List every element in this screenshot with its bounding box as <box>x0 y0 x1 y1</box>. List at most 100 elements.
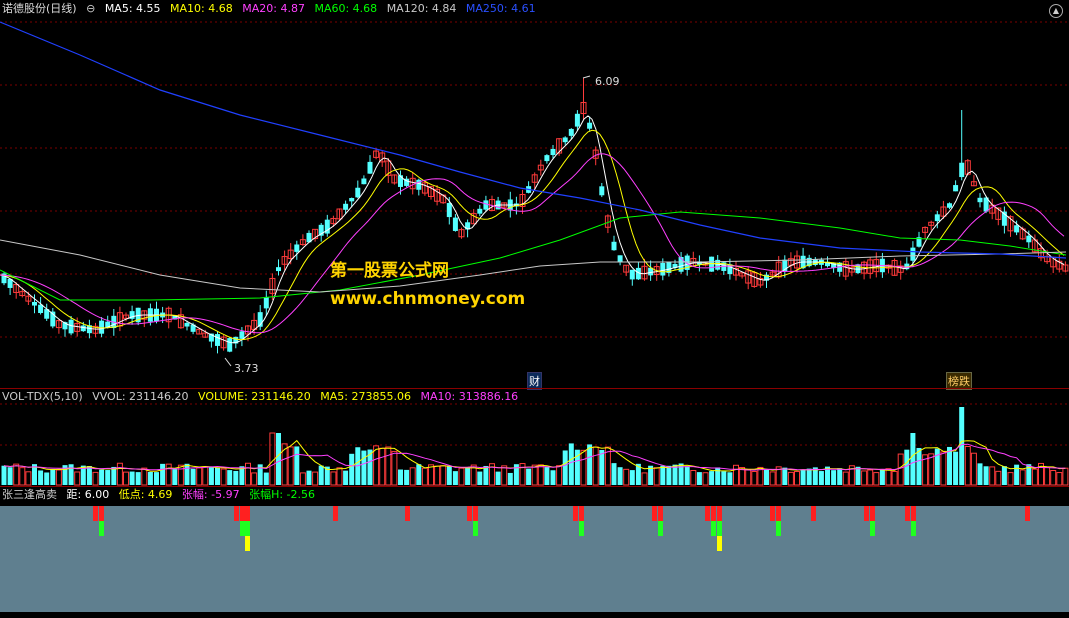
volume-bar <box>184 463 190 485</box>
candle-body <box>215 334 220 346</box>
candle-body <box>68 319 74 334</box>
candle-body <box>629 269 635 280</box>
volume-bar <box>154 472 159 485</box>
candle-body <box>80 325 86 332</box>
volume-bar <box>751 471 758 486</box>
volume-bar <box>379 447 386 486</box>
indicator-chart[interactable] <box>0 486 1069 618</box>
price-chart-pane[interactable]: 诺德股份(日线) ⊖ MA5: 4.55 MA10: 4.68 MA20: 4.… <box>0 0 1069 390</box>
ma250-line <box>0 21 1067 259</box>
candle-body <box>660 262 666 276</box>
signal-bar-yellow <box>245 536 250 551</box>
candle-body <box>544 155 550 162</box>
volume-bar <box>299 472 306 486</box>
volume-bar <box>934 448 940 485</box>
volume-bar <box>537 464 544 486</box>
low-marker <box>224 357 232 367</box>
period-label: (日线) <box>46 2 77 15</box>
volume-bar <box>562 450 568 485</box>
signal-bar-green <box>711 521 716 536</box>
volume-bar <box>1050 470 1057 486</box>
indicator-name[interactable]: 张三逢高卖 <box>2 488 57 501</box>
volume-bar <box>989 466 996 486</box>
volume-bar <box>1044 466 1051 486</box>
volume-bar <box>507 472 513 485</box>
signal-bar-red <box>579 506 584 521</box>
volume-bar <box>50 468 56 485</box>
volume-bar <box>74 471 81 486</box>
volume-bar <box>910 433 916 485</box>
volume-bar <box>68 464 74 485</box>
volume-bar <box>251 472 258 486</box>
volume-bar <box>116 462 123 486</box>
signal-bar-red <box>573 506 578 521</box>
candle-body <box>263 296 269 309</box>
volume-bar <box>995 470 1002 486</box>
volume-bar <box>745 469 752 486</box>
volume-bar <box>129 471 135 485</box>
volume-bar <box>696 472 702 485</box>
indicator-pane[interactable]: 张三逢高卖 距: 6.00 低点: 4.69 张幅: -5.97 张幅H: -2… <box>0 486 1069 618</box>
volume-bar <box>165 463 172 486</box>
expand-icon[interactable]: ▲ <box>1049 4 1063 18</box>
volume-bar <box>611 463 617 485</box>
volume-bar <box>38 470 44 485</box>
volume-bar <box>190 468 196 485</box>
volume-bar <box>318 465 324 485</box>
volume-bar <box>764 469 769 485</box>
volume-bar <box>623 468 630 486</box>
volume-bar <box>55 469 62 486</box>
volume-bar <box>13 463 20 486</box>
volume-bar <box>398 469 403 485</box>
indicator-background <box>0 506 1069 612</box>
volume-pane[interactable]: VOL-TDX(5,10) VVOL: 231146.20 VOLUME: 23… <box>0 388 1069 486</box>
volume-bar <box>111 466 117 485</box>
signal-bar-red <box>405 506 410 521</box>
volume-bar <box>782 467 788 485</box>
volume-bar <box>587 444 593 485</box>
signal-bar-red <box>234 506 239 521</box>
volume-bar <box>519 463 526 486</box>
volume-bar <box>842 471 849 486</box>
volume-bar <box>599 449 605 485</box>
candle-body <box>977 197 983 203</box>
volume-bar <box>879 468 885 485</box>
candle-body <box>574 113 580 127</box>
volume-bar <box>690 469 697 486</box>
signal-bar-green <box>870 521 875 536</box>
volume-indicator-name[interactable]: VOL-TDX(5,10) <box>2 390 83 403</box>
signal-bar-red <box>770 506 775 521</box>
signal-bar-red <box>870 506 875 521</box>
signal-bar-red <box>333 506 338 521</box>
signal-bar-red <box>705 506 710 521</box>
volume-bar <box>458 467 465 486</box>
candle-body <box>910 247 916 261</box>
volume-bar <box>897 453 904 486</box>
volume-bar <box>1031 468 1038 486</box>
volume-bar <box>440 465 447 486</box>
volume-bar <box>434 465 441 486</box>
volume-bar <box>666 465 672 485</box>
collapse-icon[interactable]: ⊖ <box>86 2 95 15</box>
volume-bar <box>970 452 977 486</box>
volume-bar <box>653 467 660 486</box>
candle-body <box>617 255 623 262</box>
volume-bar <box>580 449 587 486</box>
high-price-label: 6.09 <box>595 75 620 88</box>
volume-bar <box>787 471 794 486</box>
ju-value: 距: 6.00 <box>66 488 110 501</box>
volume-bar <box>550 470 556 485</box>
volume-bar <box>629 470 635 485</box>
price-chart[interactable] <box>0 0 1069 388</box>
volume-bar <box>227 470 233 485</box>
low-price-label: 3.73 <box>234 362 259 375</box>
signal-bar-green <box>240 521 245 536</box>
volume-bar <box>727 472 733 485</box>
volume-bar <box>135 472 141 485</box>
volume-bar <box>202 466 209 486</box>
volume-bar <box>684 466 690 485</box>
signal-bar-green <box>658 521 663 536</box>
volume-bar <box>177 464 184 486</box>
didian-value: 低点: 4.69 <box>118 488 173 501</box>
volume-value: VOLUME: 231146.20 <box>198 390 311 403</box>
